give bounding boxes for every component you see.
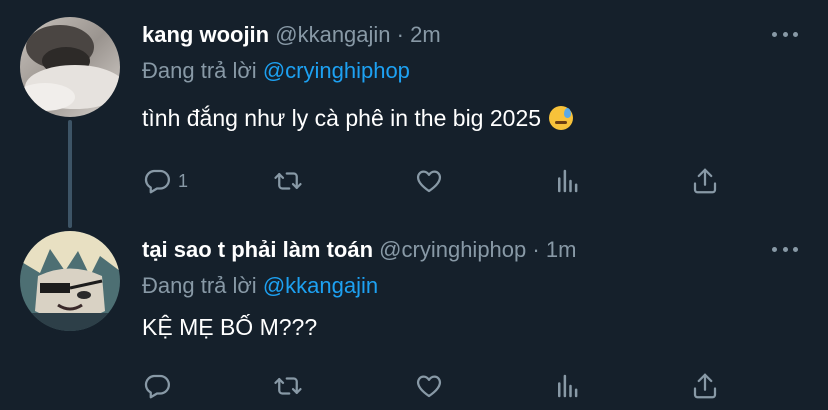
more-dots-icon[interactable] bbox=[772, 237, 798, 261]
heart-icon bbox=[416, 170, 442, 193]
stats-button[interactable] bbox=[553, 163, 583, 199]
retweet-icon bbox=[274, 377, 302, 395]
like-button[interactable] bbox=[414, 163, 444, 199]
reply-button[interactable] bbox=[142, 368, 178, 404]
display-name[interactable]: tại sao t phải làm toán bbox=[142, 237, 373, 262]
action-bar bbox=[142, 368, 742, 404]
thread-line bbox=[68, 120, 72, 228]
share-icon bbox=[693, 168, 717, 194]
share-button[interactable] bbox=[690, 368, 720, 404]
tweet-text-body: KỆ MẸ BỐ M??? bbox=[142, 314, 318, 340]
replying-to: Đang trả lời @kkangajin bbox=[142, 269, 378, 303]
avatar[interactable] bbox=[20, 231, 120, 331]
tweet-header: kang woojin @kkangajin · 2m bbox=[142, 18, 441, 52]
separator: · bbox=[396, 22, 404, 47]
speech-bubble-icon bbox=[144, 374, 170, 399]
bar-chart-icon bbox=[558, 374, 578, 398]
tweet-text-body: tình đắng như ly cà phê in the big 2025 bbox=[142, 105, 542, 131]
retweet-button[interactable] bbox=[273, 368, 303, 404]
downcast-sweat-emoji-icon bbox=[549, 106, 574, 130]
stats-button[interactable] bbox=[553, 368, 583, 404]
reply-mention-link[interactable]: @kkangajin bbox=[263, 273, 378, 298]
display-name[interactable]: kang woojin bbox=[142, 22, 269, 47]
share-icon bbox=[693, 373, 717, 399]
tweet-header: tại sao t phải làm toán @cryinghiphop · … bbox=[142, 233, 576, 267]
speech-bubble-icon bbox=[144, 169, 170, 194]
reply-mention-link[interactable]: @cryinghiphop bbox=[263, 58, 410, 83]
retweet-button[interactable] bbox=[273, 163, 303, 199]
reply-count: 1 bbox=[178, 170, 189, 191]
replying-to-label: Đang trả lời bbox=[142, 58, 257, 83]
heart-icon bbox=[416, 375, 442, 398]
replying-to: Đang trả lời @cryinghiphop bbox=[142, 54, 410, 88]
tweet[interactable]: tại sao t phải làm toán @cryinghiphop · … bbox=[0, 215, 828, 410]
tweet[interactable]: kang woojin @kkangajin · 2m Đang trả lời… bbox=[0, 0, 828, 228]
avatar[interactable] bbox=[20, 17, 120, 117]
reply-button[interactable]: 1 bbox=[142, 163, 188, 199]
like-button[interactable] bbox=[414, 368, 444, 404]
replying-to-label: Đang trả lời bbox=[142, 273, 257, 298]
separator: · bbox=[532, 237, 540, 262]
bar-chart-icon bbox=[558, 169, 578, 193]
user-handle[interactable]: @cryinghiphop bbox=[379, 237, 526, 262]
timestamp[interactable]: 1m bbox=[546, 237, 577, 262]
tweet-text: KỆ MẸ BỐ M??? bbox=[142, 310, 317, 344]
tweet-text: tình đắng như ly cà phê in the big 2025 bbox=[142, 101, 574, 135]
user-handle[interactable]: @kkangajin bbox=[275, 22, 390, 47]
retweet-icon bbox=[274, 172, 302, 190]
timestamp[interactable]: 2m bbox=[410, 22, 441, 47]
share-button[interactable] bbox=[690, 163, 720, 199]
more-dots-icon[interactable] bbox=[772, 22, 798, 46]
action-bar: 1 bbox=[142, 163, 742, 199]
